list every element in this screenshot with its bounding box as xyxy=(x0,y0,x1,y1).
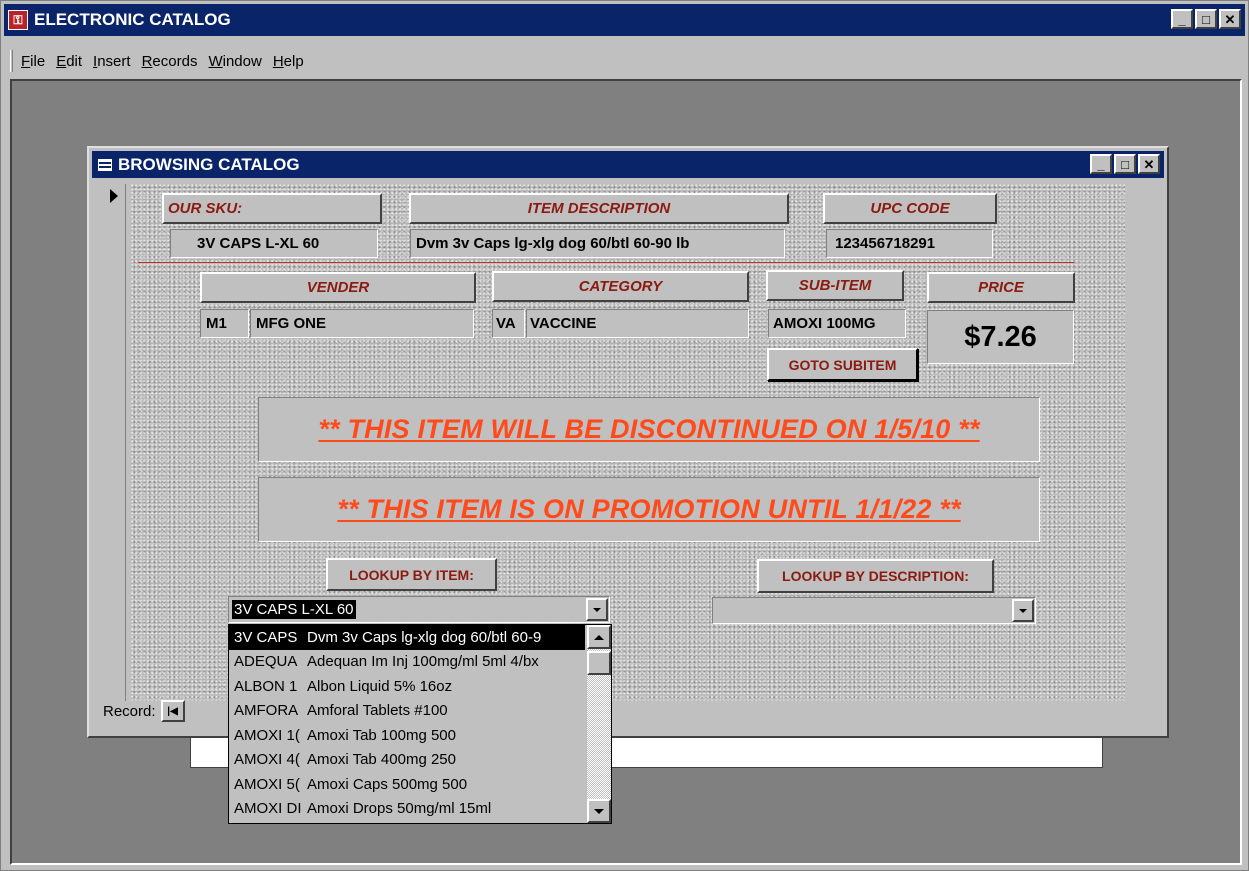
list-item[interactable]: ADEQUA Adequan Im Inj 100mg/ml 5ml 4/bx xyxy=(229,650,585,675)
category-label: CATEGORY xyxy=(492,271,749,302)
list-item-code: AMFORA xyxy=(234,702,299,720)
menu-file[interactable]: File xyxy=(21,53,45,70)
maximize-icon[interactable]: □ xyxy=(1195,9,1217,29)
menu-window[interactable]: Window xyxy=(208,53,261,70)
lookup-by-description-label: LOOKUP BY DESCRIPTION: xyxy=(757,559,994,593)
minimize-icon[interactable]: _ xyxy=(1171,9,1193,29)
form-title: BROWSING CATALOG xyxy=(118,154,300,174)
list-item-description: Amoxi Drops 50mg/ml 15ml xyxy=(307,800,492,818)
maximize-icon[interactable]: □ xyxy=(1114,154,1136,174)
list-item-description: Adequan Im Inj 100mg/ml 5ml 4/bx xyxy=(307,653,539,671)
description-field[interactable]: Dvm 3v Caps lg-xlg dog 60/btl 60-90 lb xyxy=(410,229,785,258)
record-selector[interactable] xyxy=(101,184,126,701)
list-item[interactable]: AMOXI 4( Amoxi Tab 400mg 250 xyxy=(229,748,585,773)
menu-records[interactable]: Records xyxy=(142,53,198,70)
sku-field[interactable]: 3V CAPS L-XL 60 xyxy=(170,229,378,258)
sku-label: OUR SKU: xyxy=(162,193,382,224)
dropdown-arrow-icon[interactable] xyxy=(1012,599,1034,622)
minimize-icon[interactable]: _ xyxy=(1090,154,1112,174)
goto-subitem-button[interactable]: GOTO SUBITEM xyxy=(767,348,918,381)
lookup-by-item-combo[interactable]: 3V CAPS L-XL 60 xyxy=(228,596,610,623)
lookup-by-description-combo[interactable] xyxy=(712,597,1036,624)
close-icon[interactable]: ✕ xyxy=(1138,154,1160,174)
list-item-description: Amoxi Tab 400mg 250 xyxy=(307,751,456,769)
list-item-code: ALBON 1 xyxy=(234,677,298,695)
subitem-field[interactable]: AMOXI 100MG xyxy=(768,309,906,338)
discontinued-notice: ** THIS ITEM WILL BE DISCONTINUED ON 1/5… xyxy=(258,397,1040,462)
upc-label: UPC CODE xyxy=(823,193,997,224)
lookup-by-item-label: LOOKUP BY ITEM: xyxy=(326,558,497,591)
scroll-thumb[interactable] xyxy=(587,651,611,675)
list-item[interactable]: 3V CAPS Dvm 3v Caps lg-xlg dog 60/btl 60… xyxy=(229,625,585,650)
list-item-code: AMOXI 4( xyxy=(234,751,300,769)
list-item[interactable]: AMFORA Amforal Tablets #100 xyxy=(229,699,585,724)
description-label: ITEM DESCRIPTION xyxy=(409,193,789,224)
dropdown-arrow-icon[interactable] xyxy=(586,598,608,621)
vender-code-field[interactable]: M1 xyxy=(200,309,249,338)
list-item[interactable]: ALBON 1 Albon Liquid 5% 16oz xyxy=(229,674,585,699)
app-window-controls: _ □ ✕ xyxy=(1171,9,1241,29)
list-item-code: ADEQUA xyxy=(234,653,298,671)
access-key-icon: ⚿ xyxy=(8,10,28,30)
upc-field[interactable]: 123456718291 xyxy=(826,229,993,258)
form-titlebar[interactable]: BROWSING CATALOG _ □ ✕ xyxy=(92,151,1164,178)
list-item-code: AMOXI DI xyxy=(234,800,302,818)
current-record-arrow-icon xyxy=(110,189,118,203)
menubar-grip[interactable] xyxy=(10,50,13,72)
vender-name-field[interactable]: MFG ONE xyxy=(250,309,474,338)
list-item-description: Albon Liquid 5% 16oz xyxy=(307,677,453,695)
list-item-code: 3V CAPS xyxy=(234,628,298,646)
list-item-description: Amforal Tablets #100 xyxy=(307,702,448,720)
menu-insert[interactable]: Insert xyxy=(93,53,131,70)
list-item-description: Dvm 3v Caps lg-xlg dog 60/btl 60-9 xyxy=(307,628,542,646)
scroll-up-icon[interactable] xyxy=(587,625,611,649)
promotion-notice: ** THIS ITEM IS ON PROMOTION UNTIL 1/1/2… xyxy=(258,477,1040,542)
menu-bar: File Edit Insert Records Window Help xyxy=(4,45,1245,77)
category-name-field[interactable]: VACCINE xyxy=(526,309,749,338)
list-item-code: AMOXI 1( xyxy=(234,726,300,744)
list-item[interactable]: AMOXI 1( Amoxi Tab 100mg 500 xyxy=(229,723,585,748)
form-icon xyxy=(98,158,112,171)
form-window-controls: _ □ ✕ xyxy=(1090,154,1160,174)
subitem-label: SUB-ITEM xyxy=(766,270,904,301)
app-title: ELECTRONIC CATALOG xyxy=(34,10,231,29)
record-navigation: Record: |◀ xyxy=(103,700,185,722)
item-dropdown-list[interactable]: 3V CAPS Dvm 3v Caps lg-xlg dog 60/btl 60… xyxy=(228,624,612,824)
section-divider xyxy=(138,262,1074,263)
lookup-by-item-value[interactable]: 3V CAPS L-XL 60 xyxy=(229,600,586,619)
close-icon[interactable]: ✕ xyxy=(1219,9,1241,29)
category-code-field[interactable]: VA xyxy=(492,309,525,338)
list-item-description: Amoxi Caps 500mg 500 xyxy=(307,775,468,793)
list-item[interactable]: AMOXI DI Amoxi Drops 50mg/ml 15ml xyxy=(229,797,585,822)
price-label: PRICE xyxy=(927,272,1075,303)
list-item[interactable]: AMOXI 5( Amoxi Caps 500mg 500 xyxy=(229,772,585,797)
vender-label: VENDER xyxy=(200,272,476,303)
record-label: Record: xyxy=(103,702,156,720)
dropdown-scrollbar[interactable] xyxy=(587,625,611,823)
app-titlebar[interactable]: ⚿ ELECTRONIC CATALOG _ □ ✕ xyxy=(4,4,1245,36)
price-field[interactable]: $7.26 xyxy=(927,310,1074,364)
scroll-down-icon[interactable] xyxy=(587,799,611,823)
list-item-description: Amoxi Tab 100mg 500 xyxy=(307,726,456,744)
list-item-code: AMOXI 5( xyxy=(234,775,300,793)
menu-help[interactable]: Help xyxy=(273,53,304,70)
menu-edit[interactable]: Edit xyxy=(56,53,82,70)
first-record-icon[interactable]: |◀ xyxy=(160,700,185,722)
